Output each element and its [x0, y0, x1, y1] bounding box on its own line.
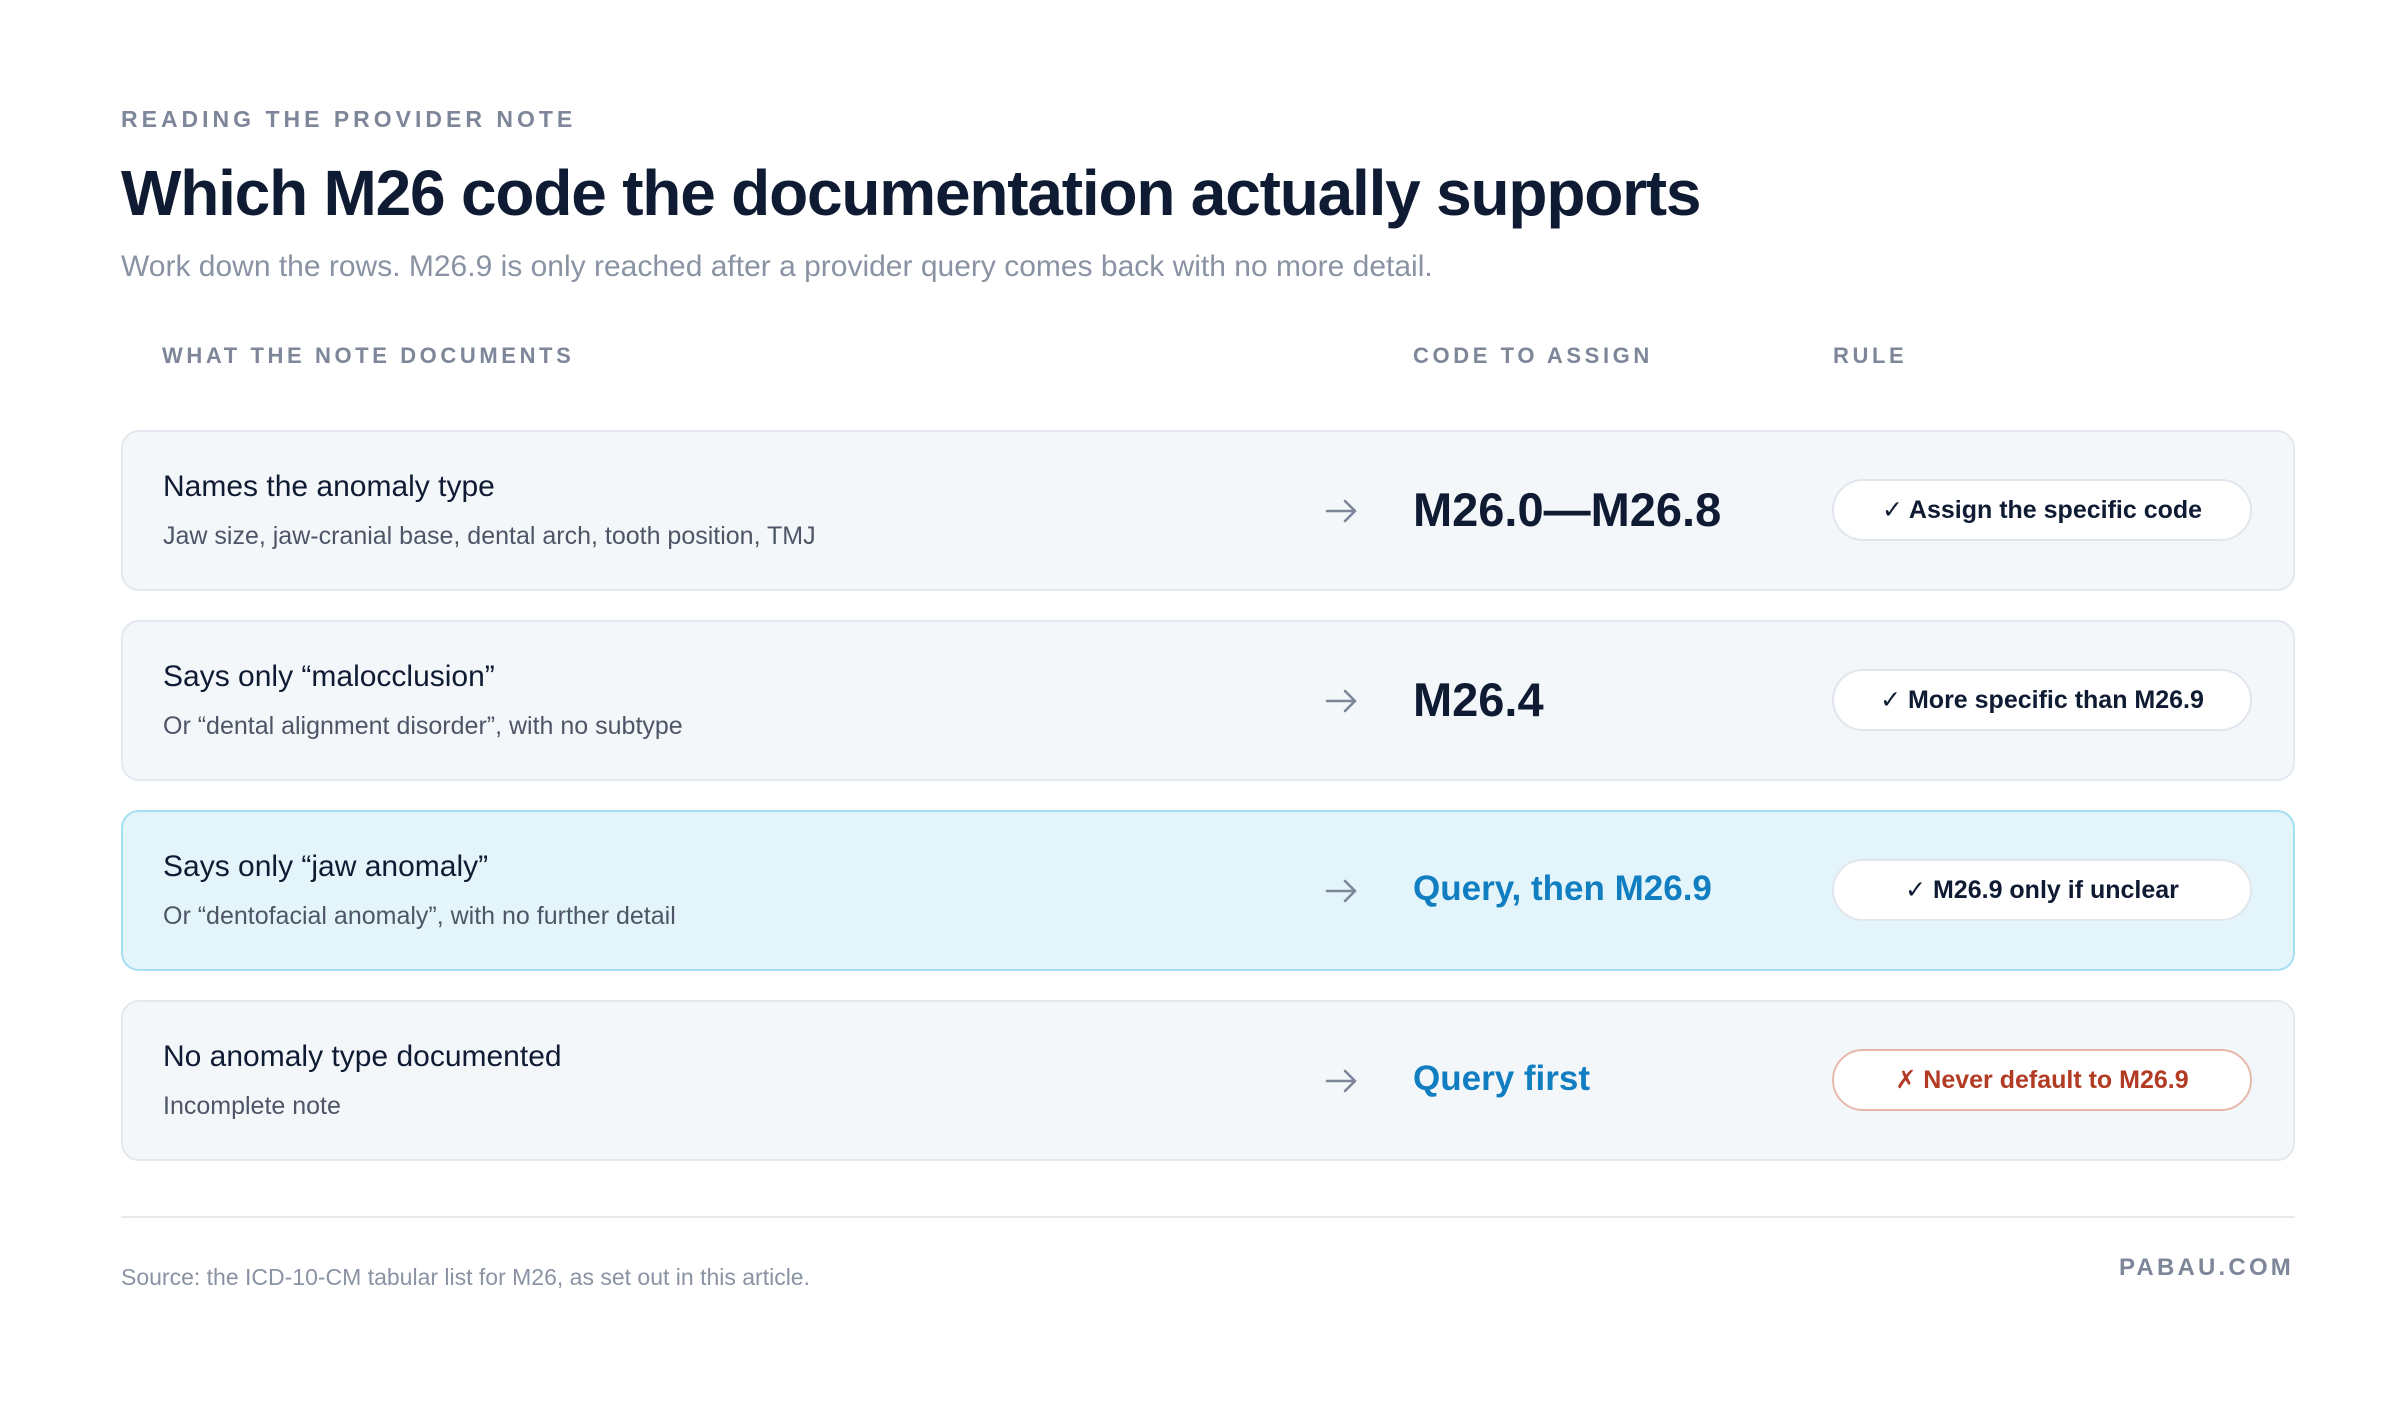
row-primary-text: Says only “malocclusion” — [163, 660, 495, 693]
arrow-right-icon — [1325, 689, 1357, 713]
column-header-code: CODE TO ASSIGN — [1413, 343, 1653, 368]
rule-badge-warning: ✗ Never default to M26.9 — [1832, 1049, 2252, 1111]
table-row: Names the anomaly type Jaw size, jaw-cra… — [121, 430, 2295, 591]
code-value: M26.4 — [1413, 673, 1544, 726]
page-subtitle: Work down the rows. M26.9 is only reache… — [121, 250, 1433, 283]
arrow-right-icon — [1325, 879, 1357, 903]
code-value: Query, then M26.9 — [1413, 869, 1712, 908]
row-secondary-text: Or “dental alignment disorder”, with no … — [163, 712, 683, 740]
rule-badge: ✓ More specific than M26.9 — [1832, 669, 2252, 731]
table-row: No anomaly type documented Incomplete no… — [121, 1000, 2295, 1161]
source-note: Source: the ICD-10-CM tabular list for M… — [121, 1264, 810, 1290]
table-row-highlighted: Says only “jaw anomaly” Or “dentofacial … — [121, 810, 2295, 971]
table-row: Says only “malocclusion” Or “dental alig… — [121, 620, 2295, 781]
row-secondary-text: Jaw size, jaw-cranial base, dental arch,… — [163, 522, 816, 550]
footer-divider — [121, 1216, 2295, 1218]
page-title: Which M26 code the documentation actuall… — [121, 157, 1702, 229]
row-secondary-text: Incomplete note — [163, 1092, 341, 1120]
row-secondary-text: Or “dentofacial anomaly”, with no furthe… — [163, 902, 676, 930]
eyebrow: READING THE PROVIDER NOTE — [121, 106, 577, 132]
rule-badge: ✓ Assign the specific code — [1832, 479, 2252, 541]
arrow-right-icon — [1325, 499, 1357, 523]
row-primary-text: Names the anomaly type — [163, 470, 495, 503]
brand-logo: PABAU.COM — [2118, 1254, 2294, 1281]
row-primary-text: Says only “jaw anomaly” — [163, 850, 489, 883]
rule-badge: ✓ M26.9 only if unclear — [1832, 859, 2252, 921]
code-value: Query first — [1413, 1059, 1590, 1098]
arrow-right-icon — [1325, 1069, 1357, 1093]
column-header-documents: WHAT THE NOTE DOCUMENTS — [162, 343, 575, 368]
column-header-rule: RULE — [1833, 343, 1908, 368]
row-primary-text: No anomaly type documented — [163, 1040, 562, 1073]
page: READING THE PROVIDER NOTE Which M26 code… — [0, 0, 2400, 1404]
code-value: M26.0—M26.8 — [1413, 483, 1722, 536]
